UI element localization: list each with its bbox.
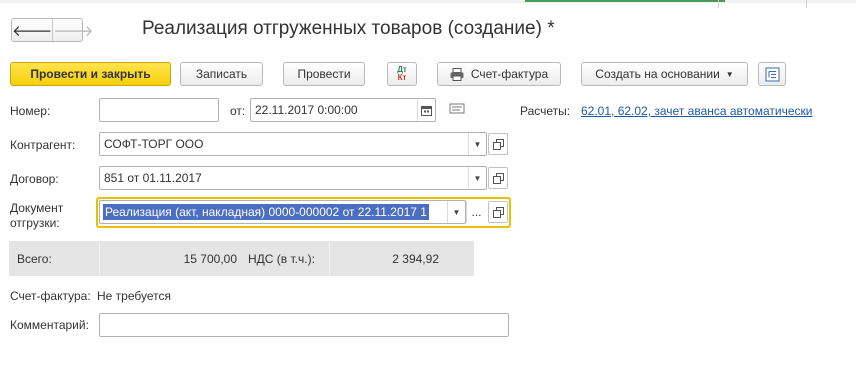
vat-value: 2 394,92 (392, 252, 439, 266)
structure-button[interactable] (758, 62, 786, 86)
open-window-icon (492, 138, 504, 150)
total-value: 15 700,00 (183, 252, 237, 266)
chevron-down-icon: ▼ (452, 207, 461, 217)
comment-label: Комментарий: (10, 318, 89, 332)
number-input[interactable] (99, 98, 219, 122)
message-icon (449, 103, 465, 114)
save-button[interactable]: Записать (180, 62, 263, 86)
shipment-document-dropdown[interactable]: ▼ (447, 201, 465, 223)
dt-kt-button[interactable]: Дт Кт (387, 62, 417, 86)
chevron-down-icon: ▼ (725, 69, 734, 79)
shipment-open-button[interactable] (488, 201, 508, 223)
invoice-label: Счет-фактура (470, 67, 549, 81)
invoice-button[interactable]: Счет-фактура (437, 62, 561, 86)
page-title: Реализация отгруженных товаров (создание… (142, 18, 555, 39)
number-label: Номер: (10, 104, 51, 118)
calendar-button[interactable] (417, 99, 435, 121)
open-window-icon (492, 172, 504, 184)
calendar-icon (421, 105, 432, 116)
invoice-status-label: Счет-фактура: (10, 289, 91, 303)
shipment-document-input[interactable]: Реализация (акт, накладная) 0000-000002 … (99, 200, 466, 224)
document-structure-icon (765, 67, 779, 81)
top-separator (806, 0, 807, 8)
ellipsis-icon: ... (471, 205, 482, 219)
settlements-link[interactable]: 62.01, 62.02, зачет аванса автоматически (581, 104, 812, 118)
forward-button[interactable]: 🡒 (53, 19, 93, 41)
shipment-label-line1: Документ (10, 201, 64, 215)
comment-input[interactable] (99, 313, 509, 337)
counterparty-dropdown[interactable]: ▼ (468, 133, 486, 155)
shipment-document-label: Документ отгрузки: (10, 201, 63, 231)
total-label: Всего: (17, 252, 52, 266)
arrow-left-icon: 🡐 (12, 22, 53, 40)
printer-icon (450, 67, 464, 81)
top-strip (0, 0, 856, 3)
shipment-select-button[interactable]: ... (466, 201, 486, 223)
open-window-icon (492, 206, 504, 218)
vat-label: НДС (в т.ч.): (248, 252, 315, 266)
date-value: 22.11.2017 0:00:00 (255, 103, 358, 117)
chevron-down-icon: ▼ (473, 139, 482, 149)
contract-open-button[interactable] (488, 167, 508, 189)
shipment-label-line2: отгрузки: (10, 216, 60, 230)
kt-label: Кт (397, 73, 407, 82)
back-button[interactable]: 🡐 (12, 19, 54, 41)
counterparty-label: Контрагент: (10, 138, 76, 152)
invoice-status-value: Не требуется (97, 289, 171, 303)
contract-label: Договор: (10, 172, 59, 186)
chevron-down-icon: ▼ (473, 173, 482, 183)
settlements-label: Расчеты: (520, 104, 571, 118)
contract-dropdown[interactable]: ▼ (468, 167, 486, 189)
navigation-group: 🡐 🡒 (11, 18, 93, 42)
post-and-close-button[interactable]: Провести и закрыть (10, 62, 171, 86)
contract-value: 851 от 01.11.2017 (104, 171, 202, 185)
dt-kt-icon: Дт Кт (397, 66, 407, 82)
contract-input[interactable]: 851 от 01.11.2017 ▼ (99, 166, 487, 190)
arrow-right-icon: 🡒 (53, 22, 94, 40)
shipment-document-value: Реализация (акт, накладная) 0000-000002 … (103, 204, 429, 220)
counterparty-value: СОФТ-ТОРГ ООО (104, 137, 204, 151)
top-separator (718, 0, 719, 8)
post-and-close-label: Провести и закрыть (30, 67, 151, 81)
active-tab-indicator (525, 0, 725, 2)
post-label: Провести (297, 67, 351, 81)
create-based-on-label: Создать на основании (595, 67, 720, 81)
save-label: Записать (195, 67, 248, 81)
date-input[interactable]: 22.11.2017 0:00:00 (250, 98, 436, 122)
counterparty-input[interactable]: СОФТ-ТОРГ ООО ▼ (99, 132, 487, 156)
date-label: от: (230, 104, 246, 118)
comment-history-button[interactable] (449, 102, 465, 119)
counterparty-open-button[interactable] (488, 133, 508, 155)
create-based-on-button[interactable]: Создать на основании ▼ (581, 62, 748, 86)
post-button[interactable]: Провести (283, 62, 365, 86)
